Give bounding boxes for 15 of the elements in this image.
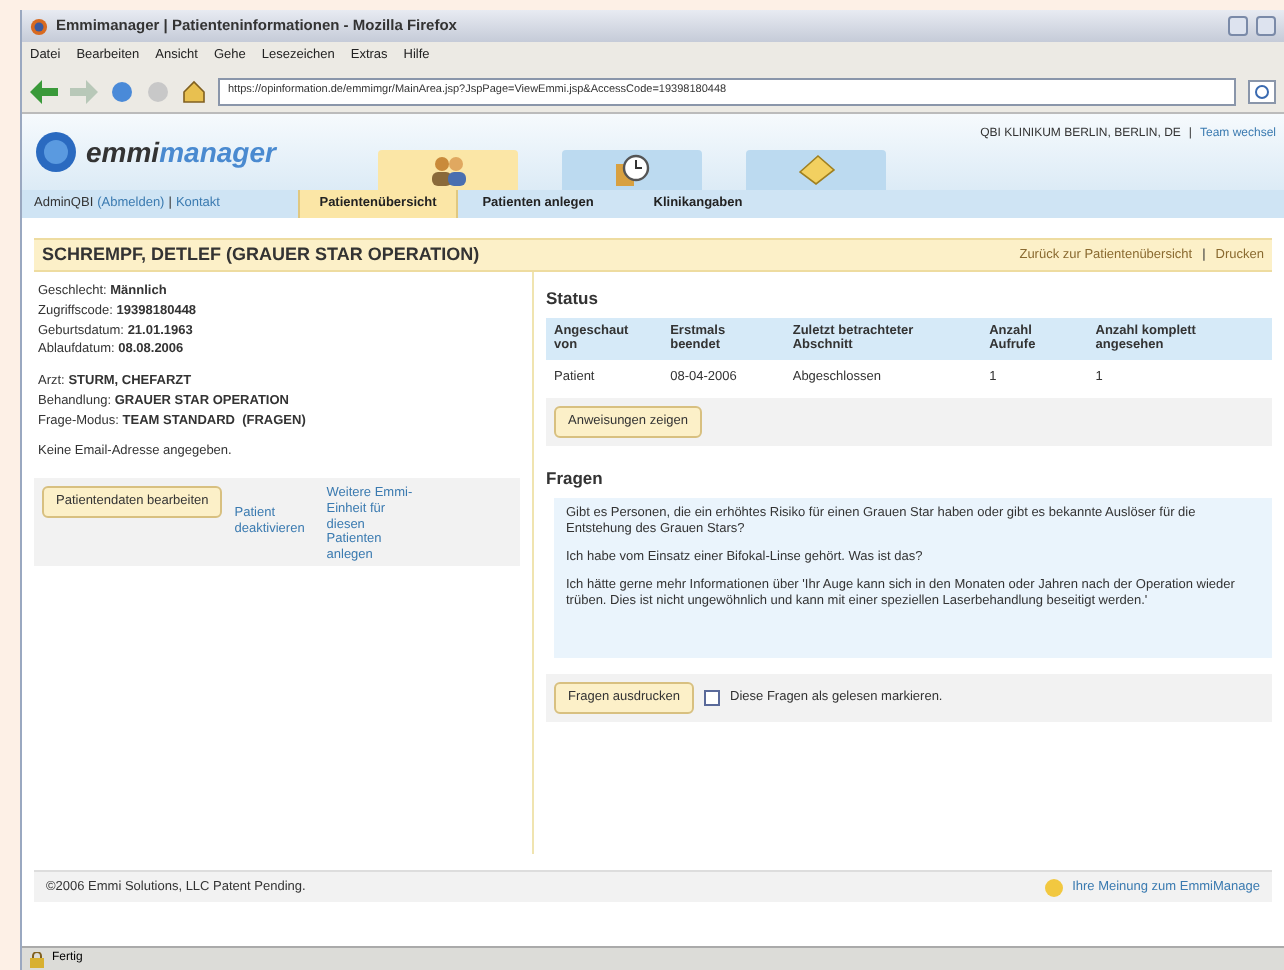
patient-title: SCHREMPF, DETLEF (GRAUER STAR OPERATION) <box>42 241 482 268</box>
section-heading: Status <box>546 286 600 312</box>
section-heading: Fragen <box>546 466 605 492</box>
clock-icon <box>610 154 654 186</box>
browser-icon <box>30 17 48 35</box>
logo-icon <box>34 130 78 174</box>
search-icon[interactable] <box>1248 79 1276 103</box>
mark-read-checkbox[interactable] <box>704 689 721 706</box>
app-logo: emmimanager <box>86 133 276 172</box>
people-icon <box>426 154 470 186</box>
maximize-button[interactable] <box>1256 16 1276 36</box>
back-arrow-icon[interactable] <box>30 79 58 103</box>
minimize-button[interactable] <box>1228 16 1248 36</box>
lock-icon <box>30 951 44 967</box>
home-icon[interactable] <box>182 79 206 103</box>
